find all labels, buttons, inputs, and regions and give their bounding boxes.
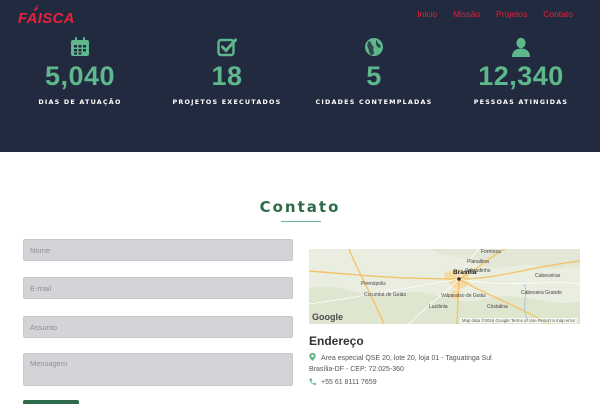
checkbox-icon xyxy=(217,38,237,57)
google-logo: Google xyxy=(312,312,343,322)
map-place-label: Pirenópolis xyxy=(361,281,386,287)
stat-label: PROJETOS EXECUTADOS xyxy=(172,98,282,106)
nav-item-contato[interactable]: Contato xyxy=(543,9,573,19)
map-main-city: Brasília xyxy=(453,269,477,276)
brand-logo-text: FAISCA xyxy=(18,10,75,27)
stat-label: PESSOAS ATINGIDAS xyxy=(473,98,569,106)
message-field[interactable] xyxy=(23,353,293,386)
contact-section-title: Contato xyxy=(259,198,341,216)
map-marker-icon xyxy=(309,353,316,361)
phone-number[interactable]: +55 61 8111 7659 xyxy=(321,377,377,388)
subject-field[interactable] xyxy=(23,316,293,338)
stat-dias-atuacao: 5,040 DIAS DE ATUAÇÃO xyxy=(5,36,155,106)
main-nav: Inicio Missão Projetos Contato xyxy=(417,9,573,19)
stat-pessoas-atingidas: 12,340 PESSOAS ATINGIDAS xyxy=(446,36,596,106)
address-title: Endereço xyxy=(309,334,364,348)
stat-cidades-contempladas: 5 CIDADES CONTEMPLADAS xyxy=(299,36,449,106)
stat-label: CIDADES CONTEMPLADAS xyxy=(315,98,433,106)
stats-hero: FAISCA Inicio Missão Projetos Contato 5,… xyxy=(0,0,600,152)
nav-item-missao[interactable]: Missão xyxy=(453,9,480,19)
stat-projetos-executados: 18 PROJETOS EXECUTADOS xyxy=(152,36,302,106)
address-line-1: Area especial QSE 20, lote 20, loja 01 -… xyxy=(321,355,492,362)
globe-icon xyxy=(365,38,383,56)
calendar-icon xyxy=(71,37,89,56)
title-divider xyxy=(281,221,321,222)
map-place-label: Corumbá de Goiás xyxy=(364,292,406,298)
map-place-label: Luziânia xyxy=(429,304,448,310)
nav-item-projetos[interactable]: Projetos xyxy=(496,9,527,19)
location-map[interactable]: Formosa Planaltina Sobradinho Brasília P… xyxy=(309,249,580,324)
map-canvas xyxy=(309,249,580,324)
map-place-label: Formosa xyxy=(481,249,501,255)
email-field[interactable] xyxy=(23,277,293,299)
map-place-label: Planaltina xyxy=(467,259,489,265)
map-place-label: Cristalina xyxy=(487,304,508,310)
address-line-2: Brasília-DF - CEP: 72.025-360 xyxy=(309,366,404,373)
stat-value: 12,340 xyxy=(478,61,564,91)
stat-label: DIAS DE ATUAÇÃO xyxy=(38,98,122,106)
map-place-label: Valparaíso de Goiás xyxy=(441,293,486,299)
map-attribution[interactable]: Map data ©2016 Google Terms of Use Repor… xyxy=(459,318,577,323)
map-place-label: Cabeceira Grande xyxy=(521,290,562,296)
stat-value: 5 xyxy=(366,61,382,91)
map-place-label: Cabeceiras xyxy=(535,273,561,279)
phone-icon xyxy=(309,378,316,385)
nav-item-inicio[interactable]: Inicio xyxy=(417,9,437,19)
name-field[interactable] xyxy=(23,239,293,261)
brand-logo[interactable]: FAISCA xyxy=(18,5,75,28)
stat-value: 5,040 xyxy=(44,61,116,91)
stat-value: 18 xyxy=(211,61,243,91)
send-button[interactable] xyxy=(23,400,79,404)
user-icon xyxy=(512,37,530,57)
